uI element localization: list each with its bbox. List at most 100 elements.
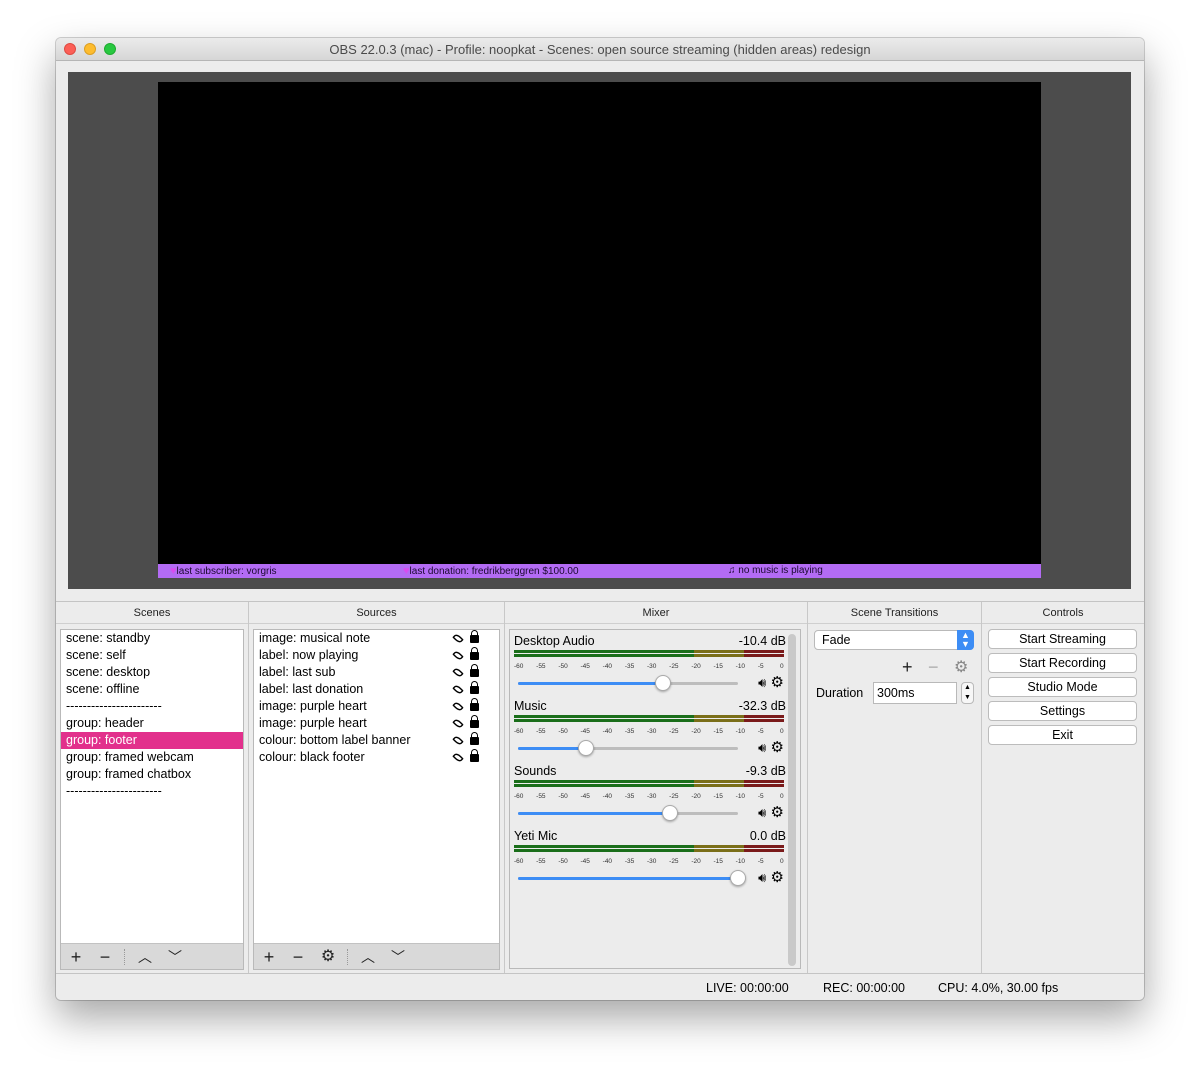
volume-slider-knob[interactable] <box>730 870 746 886</box>
exit-button[interactable]: Exit <box>988 725 1137 745</box>
start-recording-button[interactable]: Start Recording <box>988 653 1137 673</box>
channel-gear-icon[interactable]: ⚙ <box>766 869 784 886</box>
mixer-channel: Sounds -9.3 dB -60 -55 -50 -45 -40 -35 -30 -25 -20… <box>514 764 786 826</box>
mixer-channel: Desktop Audio -10.4 dB -60 -55 -50 -45 -40 -35-… <box>514 634 786 696</box>
source-list-item[interactable]: image: purple heart <box>254 715 499 732</box>
channel-name: Yeti Mic <box>514 829 558 843</box>
move-source-up-button[interactable]: ︿ <box>357 947 379 967</box>
meter-tick-label: -15 <box>713 728 723 735</box>
volume-slider[interactable] <box>518 805 738 821</box>
duration-label: Duration <box>816 686 864 700</box>
meter-tick-label: -10 <box>735 663 746 670</box>
source-list-item[interactable]: image: purple heart <box>254 698 499 715</box>
remove-transition-button[interactable]: − <box>928 657 939 678</box>
channel-name: Sounds <box>514 764 557 778</box>
scene-list-item[interactable]: scene: desktop <box>61 664 243 681</box>
scene-list-item[interactable]: group: framed chatbox <box>61 766 243 783</box>
meter-tick-label: -55 <box>536 793 546 800</box>
meter-tick-label: -50 <box>558 858 568 865</box>
lock-icon[interactable] <box>470 732 479 745</box>
lock-icon[interactable] <box>470 664 479 677</box>
scene-list-item[interactable]: ----------------------- <box>61 698 243 715</box>
transition-select[interactable]: Fade ▲ ▼ <box>814 630 974 650</box>
lock-icon[interactable] <box>470 749 479 762</box>
sources-dock: Sources image: musical note label: now pl… <box>249 602 505 974</box>
scene-list-item[interactable]: ----------------------- <box>61 783 243 800</box>
scene-list-item[interactable]: scene: self <box>61 647 243 664</box>
preview-area[interactable]: ♥last subscriber: vorgris ♥last donation… <box>68 72 1131 589</box>
add-scene-button[interactable]: + <box>65 947 87 967</box>
scenes-toolbar: + − ︿ ﹀ <box>61 943 243 969</box>
duration-input[interactable]: 300ms <box>873 682 957 704</box>
eye-icon[interactable] <box>452 666 464 679</box>
move-scene-down-button[interactable]: ﹀ <box>164 947 186 967</box>
eye-icon[interactable] <box>452 632 464 645</box>
channel-gear-icon[interactable]: ⚙ <box>766 804 784 821</box>
remove-scene-button[interactable]: − <box>94 947 116 967</box>
volume-slider[interactable] <box>518 870 746 886</box>
add-transition-button[interactable]: + <box>902 657 913 678</box>
lock-icon[interactable] <box>470 630 479 643</box>
eye-icon[interactable] <box>452 649 464 662</box>
eye-icon[interactable] <box>452 751 464 764</box>
start-streaming-button[interactable]: Start Streaming <box>988 629 1137 649</box>
duration-stepper[interactable]: ▲ ▼ <box>961 682 974 704</box>
meter-tick-label: -40 <box>602 858 613 865</box>
scene-list-item[interactable]: group: framed webcam <box>61 749 243 766</box>
add-source-button[interactable]: + <box>258 947 280 967</box>
source-list-item[interactable]: colour: black footer <box>254 749 499 766</box>
scene-list-item[interactable]: scene: offline <box>61 681 243 698</box>
scene-list-item[interactable]: scene: standby <box>61 630 243 647</box>
volume-slider-knob[interactable] <box>655 675 672 691</box>
meter-tick-label: -50 <box>558 728 568 735</box>
channel-gear-icon[interactable]: ⚙ <box>766 674 784 691</box>
lock-icon[interactable] <box>470 715 479 728</box>
source-name: colour: bottom label banner <box>259 733 411 747</box>
meter-tick-label: -35 <box>624 663 635 670</box>
title-bar[interactable]: OBS 22.0.3 (mac) - Profile: noopkat - Sc… <box>56 38 1144 61</box>
lock-icon[interactable] <box>470 681 479 694</box>
settings-button[interactable]: Settings <box>988 701 1137 721</box>
channel-gear-icon[interactable]: ⚙ <box>766 739 784 756</box>
window-title: OBS 22.0.3 (mac) - Profile: noopkat - Sc… <box>329 42 871 57</box>
toolbar-separator <box>124 949 125 965</box>
eye-icon[interactable] <box>452 734 464 747</box>
source-properties-gear-icon[interactable]: ⚙ <box>317 947 339 967</box>
source-list-item[interactable]: label: last sub <box>254 664 499 681</box>
preview-canvas[interactable]: ♥last subscriber: vorgris ♥last donation… <box>158 82 1041 578</box>
move-source-down-button[interactable]: ﹀ <box>387 947 409 967</box>
meter-tick-label: -30 <box>647 728 657 735</box>
meter-tick-label: -35 <box>624 728 635 735</box>
volume-slider-knob[interactable] <box>661 805 678 821</box>
mixer-dock-title: Mixer <box>505 602 807 624</box>
mixer-scrollbar[interactable] <box>788 634 796 966</box>
meter-tick-label: -5 <box>757 858 764 865</box>
meter-tick-label: -45 <box>580 858 590 865</box>
volume-slider-knob[interactable] <box>578 740 595 756</box>
channel-db-value: -10.4 dB <box>738 634 786 648</box>
sources-list[interactable]: image: musical note label: now playing lab… <box>253 629 500 970</box>
scene-list-item[interactable]: group: header <box>61 715 243 732</box>
source-name: image: purple heart <box>259 716 367 730</box>
studio-mode-button[interactable]: Studio Mode <box>988 677 1137 697</box>
eye-icon[interactable] <box>452 683 464 696</box>
volume-slider[interactable] <box>518 740 738 756</box>
meter-tick-label: -15 <box>713 858 723 865</box>
lock-icon[interactable] <box>470 647 479 660</box>
obs-window: OBS 22.0.3 (mac) - Profile: noopkat - Sc… <box>56 38 1144 1000</box>
source-list-item[interactable]: colour: bottom label banner <box>254 732 499 749</box>
scenes-list[interactable]: scene: standby scene: self scene: desktop s… <box>60 629 244 970</box>
scene-list-item[interactable]: group: footer <box>61 732 243 749</box>
meter-tick-label: -10 <box>735 728 746 735</box>
meter-tick-label: -10 <box>735 793 746 800</box>
transition-properties-gear-icon[interactable]: ⚙ <box>954 657 968 677</box>
source-list-item[interactable]: label: now playing <box>254 647 499 664</box>
move-scene-up-button[interactable]: ︿ <box>134 947 156 967</box>
source-list-item[interactable]: image: musical note <box>254 630 499 647</box>
volume-slider[interactable] <box>518 675 738 691</box>
remove-source-button[interactable]: − <box>287 947 309 967</box>
lock-icon[interactable] <box>470 698 479 711</box>
eye-icon[interactable] <box>452 717 464 730</box>
source-list-item[interactable]: label: last donation <box>254 681 499 698</box>
eye-icon[interactable] <box>452 700 464 713</box>
